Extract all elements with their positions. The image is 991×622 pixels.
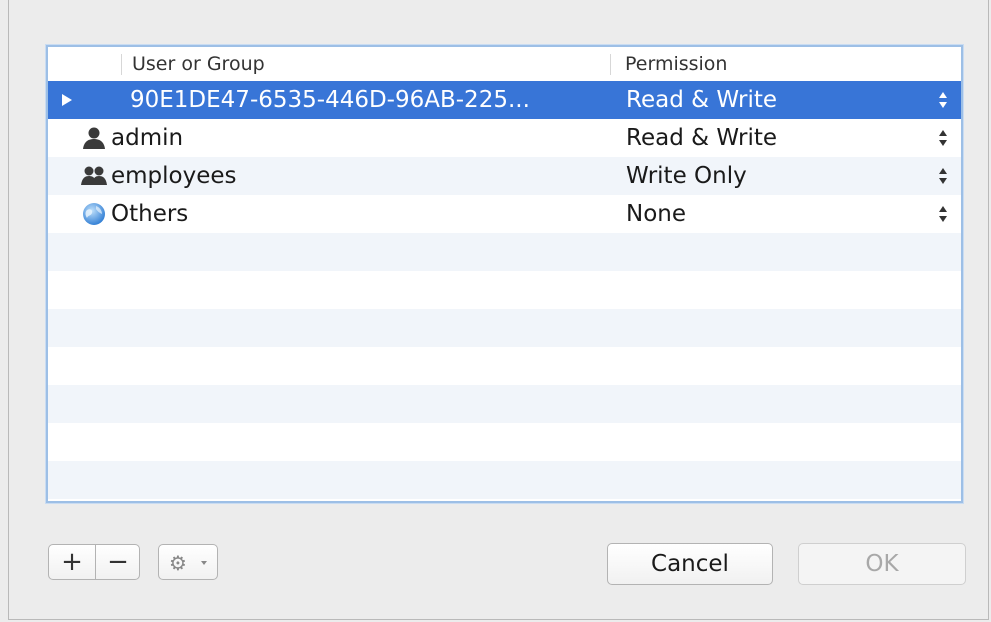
empty-row [48,309,961,347]
header-user-or-group[interactable]: User or Group [132,53,265,75]
remove-button[interactable]: − [95,545,141,579]
table-header: User or Group Permission [48,47,961,82]
header-permission[interactable]: Permission [625,53,727,75]
header-separator [610,54,611,75]
popup-arrows-icon[interactable] [939,129,947,147]
row-name: Others [111,201,189,227]
empty-row [48,423,961,461]
add-remove-control: + − [48,544,140,580]
add-button[interactable]: + [49,545,96,579]
table-row[interactable]: 90E1DE47-6535-446D-96AB-225... Read & Wr… [48,81,961,119]
action-menu-button[interactable]: ⚙ [158,544,218,580]
ok-button[interactable]: OK [798,543,966,585]
row-name: employees [111,163,237,189]
table-body: 90E1DE47-6535-446D-96AB-225... Read & Wr… [48,81,961,501]
permission-popup[interactable]: Read & Write [626,119,777,157]
popup-arrows-icon[interactable] [939,91,947,109]
user-icon [83,127,105,149]
permission-popup[interactable]: Write Only [626,157,747,195]
empty-row [48,347,961,385]
permission-popup[interactable]: None [626,195,686,233]
row-name: admin [111,125,184,151]
empty-row [48,233,961,271]
permission-popup[interactable]: Read & Write [626,81,777,119]
globe-icon [83,203,105,225]
cancel-button[interactable]: Cancel [607,543,773,585]
permissions-table[interactable]: User or Group Permission 90E1DE47-6535-4… [46,45,963,503]
table-row[interactable]: admin Read & Write [48,119,961,157]
header-separator [121,54,122,75]
empty-row [48,385,961,423]
disclosure-triangle-icon[interactable] [62,94,72,106]
group-icon [81,166,107,185]
popup-arrows-icon[interactable] [939,205,947,223]
gear-icon: ⚙ [169,551,187,575]
empty-row [48,271,961,309]
popup-arrows-icon[interactable] [939,167,947,185]
table-row[interactable]: Others None [48,195,961,233]
row-name: 90E1DE47-6535-446D-96AB-225... [130,87,530,113]
table-row[interactable]: employees Write Only [48,157,961,195]
chevron-down-icon [201,561,207,565]
empty-row [48,461,961,499]
